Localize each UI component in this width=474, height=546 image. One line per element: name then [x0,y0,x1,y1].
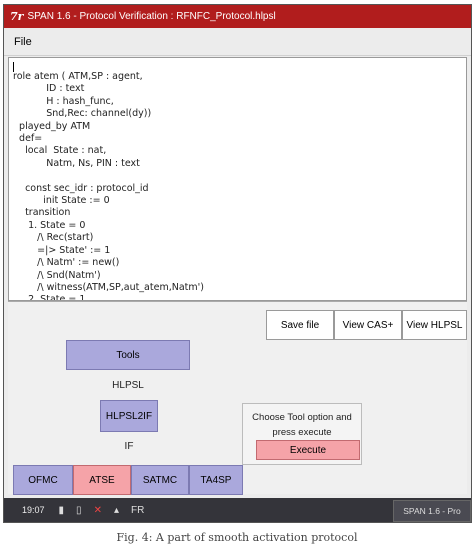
tools-button[interactable]: Tools [66,340,190,370]
satmc-button[interactable]: SATMC [131,465,189,495]
window-title: SPAN 1.6 - Protocol Verification : RFNFC… [27,11,276,22]
tool-panel: Save file View CAS+ View HLPSL Tools HLP… [8,301,467,495]
if-label: IF [124,441,134,452]
tray-up-arrow-icon[interactable]: ▴ [114,505,119,516]
execute-button[interactable]: Execute [256,440,360,460]
hint-text: Choose Tool option and press execute [252,412,352,438]
atse-button[interactable]: ATSE [73,465,131,495]
code-editor[interactable]: role atem ( ATM,SP : agent, ID : text H … [8,57,467,301]
hint-box: Choose Tool option and press execute Exe… [242,403,362,465]
taskbar-span-button[interactable]: SPAN 1.6 - Pro [393,500,471,522]
figure-caption: Fig. 4: A part of smooth activation prot… [116,531,358,544]
taskbar: 19:07 ▮ ▯ ✕ ▴ FR SPAN 1.6 - Pro [4,498,471,522]
signal-icon[interactable]: ▮ [59,505,65,516]
editor-text: role atem ( ATM,SP : agent, ID : text H … [13,71,204,301]
view-hlpsl-button[interactable]: View HLPSL [402,310,467,340]
save-file-button[interactable]: Save file [266,310,334,340]
clock: 19:07 [22,505,45,515]
menu-file[interactable]: File [4,36,42,48]
ofmc-button[interactable]: OFMC [13,465,73,495]
ta4sp-button[interactable]: TA4SP [189,465,243,495]
app-logo-icon: 7r [10,10,24,23]
hlpsl-label: HLPSL [112,380,144,391]
tray-extra[interactable]: FR [131,505,144,516]
view-cas-button[interactable]: View CAS+ [334,310,402,340]
hlpsl2if-button[interactable]: HLPSL2IF [100,400,158,432]
span-window: 7r SPAN 1.6 - Protocol Verification : RF… [3,4,472,523]
battery-icon[interactable]: ▯ [76,505,82,516]
title-bar: 7r SPAN 1.6 - Protocol Verification : RF… [4,5,471,28]
menu-bar: File [4,28,471,56]
network-off-icon[interactable]: ✕ [94,505,102,516]
